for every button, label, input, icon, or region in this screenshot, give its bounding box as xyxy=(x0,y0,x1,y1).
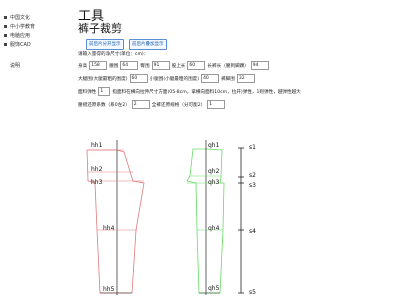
scale-label-s5: s5 xyxy=(249,289,256,296)
front-label-hh5: hh5 xyxy=(103,286,115,293)
front-label-hh3: hh3 xyxy=(91,179,103,186)
pattern-drawing: hh1 hh2 hh3 hh4 hh5 qh1 qh2 qh3 qh4 qh5 … xyxy=(86,140,256,296)
back-label-qh1: qh1 xyxy=(208,142,220,149)
back-label-qh5: qh5 xyxy=(208,285,220,292)
back-label-qh3: qh3 xyxy=(208,179,220,186)
back-label-qh4: qh4 xyxy=(208,225,220,232)
front-label-hh1: hh1 xyxy=(91,142,103,149)
scale-label-s3: s3 xyxy=(249,182,256,189)
scale-label-s2: s2 xyxy=(249,172,256,179)
back-label-qh2: qh2 xyxy=(208,168,220,175)
scale-label-s4: s4 xyxy=(249,228,256,235)
front-label-hh4: hh4 xyxy=(103,225,115,232)
scale-label-s1: s1 xyxy=(249,144,256,151)
front-label-hh2: hh2 xyxy=(91,166,103,173)
